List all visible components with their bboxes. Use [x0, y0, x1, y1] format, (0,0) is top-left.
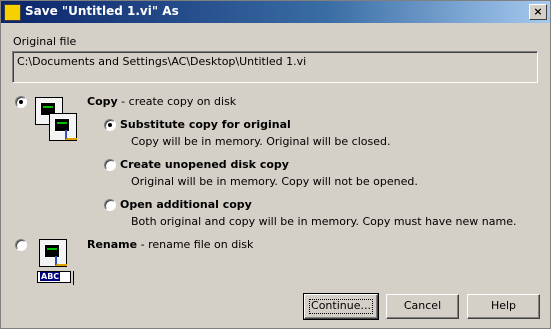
cancel-button[interactable]: Cancel	[386, 294, 459, 319]
open-additional-copy-description: Both original and copy will be in memory…	[131, 215, 517, 228]
substitute-copy-label[interactable]: Substitute copy for original	[120, 118, 291, 131]
rename-radio[interactable]	[15, 239, 27, 251]
close-button[interactable]: ×	[529, 4, 547, 20]
create-unopened-copy-description: Original will be in memory. Copy will no…	[131, 175, 418, 188]
copy-option[interactable]: Copy - create copy on disk	[87, 95, 236, 108]
copy-description: - create copy on disk	[117, 95, 237, 108]
rename-option[interactable]: Rename - rename file on disk	[87, 238, 253, 251]
rename-description: - rename file on disk	[137, 238, 254, 251]
substitute-copy-radio[interactable]	[104, 119, 116, 131]
help-button-label: Help	[490, 299, 517, 312]
save-as-dialog: Save "Untitled 1.vi" As × Original file …	[0, 0, 551, 329]
continue-button[interactable]: Continue...	[303, 293, 379, 320]
window-title: Save "Untitled 1.vi" As	[25, 4, 179, 18]
text-cursor-icon	[73, 271, 74, 285]
original-file-path: C:\Documents and Settings\AC\Desktop\Unt…	[17, 55, 307, 68]
copy-radio[interactable]	[15, 96, 27, 108]
original-file-label: Original file	[13, 35, 77, 48]
original-file-path-field: C:\Documents and Settings\AC\Desktop\Unt…	[12, 51, 538, 83]
title-bar[interactable]: Save "Untitled 1.vi" As ×	[1, 1, 550, 23]
rename-icon-text: ABC	[40, 272, 61, 281]
open-additional-copy-radio[interactable]	[104, 199, 116, 211]
copy-label: Copy	[87, 95, 118, 108]
rename-label: Rename	[87, 238, 138, 251]
create-unopened-copy-radio[interactable]	[104, 159, 116, 171]
create-unopened-copy-label[interactable]: Create unopened disk copy	[120, 158, 289, 171]
substitute-copy-description: Copy will be in memory. Original will be…	[131, 135, 391, 148]
vi-copy-icon-second	[49, 113, 77, 141]
open-additional-copy-label[interactable]: Open additional copy	[120, 198, 252, 211]
help-button[interactable]: Help	[467, 294, 540, 319]
rename-abc-icon: ABC	[37, 271, 71, 283]
cancel-button-label: Cancel	[403, 299, 442, 312]
vi-rename-icon	[39, 239, 67, 267]
labview-vi-icon	[4, 4, 21, 21]
